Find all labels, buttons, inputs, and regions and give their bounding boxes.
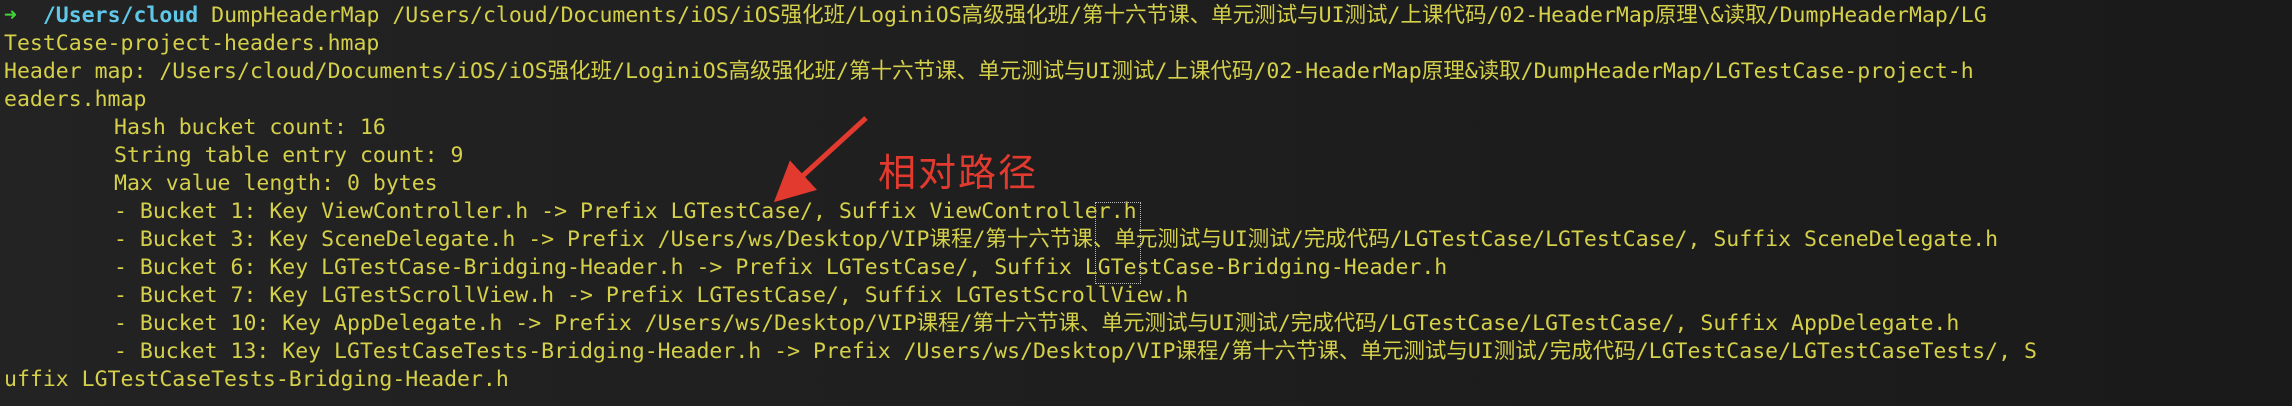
- annotation-arrow-icon: [773, 116, 868, 203]
- terminal-window: ➜ /Users/cloud DumpHeaderMap /Users/clou…: [0, 0, 2292, 406]
- annotation-label: 相对路径: [878, 151, 1039, 195]
